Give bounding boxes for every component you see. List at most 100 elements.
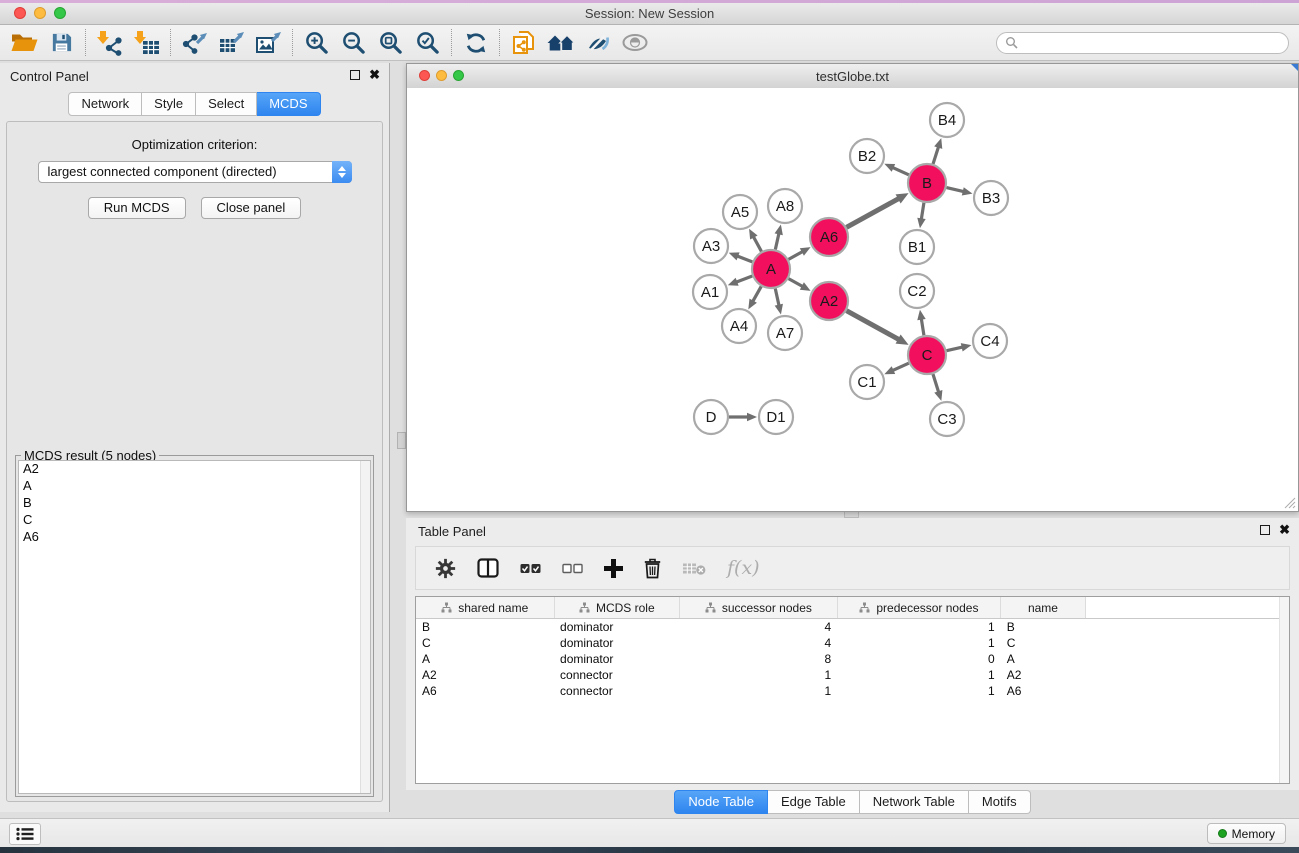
cell-successor-nodes[interactable]: 4 xyxy=(680,635,838,651)
column-header-successor-nodes[interactable]: successor nodes xyxy=(680,597,838,619)
show-graphics-details-icon[interactable] xyxy=(616,28,653,58)
import-network-icon[interactable] xyxy=(91,28,128,58)
edge-A-A5[interactable] xyxy=(753,236,762,252)
tab-network[interactable]: Network xyxy=(68,92,142,116)
mcds-result-item[interactable]: B xyxy=(19,495,370,512)
cell-name[interactable]: B xyxy=(1001,619,1086,636)
float-table-panel-icon[interactable] xyxy=(1260,525,1270,535)
cell-MCDS-role[interactable]: dominator xyxy=(554,651,680,667)
cell-MCDS-role[interactable]: dominator xyxy=(554,635,680,651)
table-row[interactable]: A6connector11A6 xyxy=(416,683,1289,699)
mcds-result-item[interactable]: A6 xyxy=(19,529,370,546)
edge-A-A3[interactable] xyxy=(736,256,752,262)
table-row[interactable]: Bdominator41B xyxy=(416,619,1289,636)
refresh-view-icon[interactable] xyxy=(457,28,494,58)
edge-B-B1[interactable] xyxy=(921,203,924,221)
run-mcds-button[interactable]: Run MCDS xyxy=(88,197,186,219)
tab-edge-table[interactable]: Edge Table xyxy=(768,790,860,814)
edge-A-A1[interactable] xyxy=(735,276,752,282)
cell-name[interactable]: A2 xyxy=(1001,667,1086,683)
cell-name[interactable]: C xyxy=(1001,635,1086,651)
network-canvas[interactable]: B4B2BB3A8A5A6B1A3AC2A1A2A4A7C4CC1C3DD1 xyxy=(407,88,1298,511)
edge-A6-B[interactable] xyxy=(847,198,900,227)
edge-C-C1[interactable] xyxy=(892,363,909,371)
close-table-panel-icon[interactable]: ✖ xyxy=(1279,525,1290,535)
cell-name[interactable]: A xyxy=(1001,651,1086,667)
horizontal-splitter-handle[interactable] xyxy=(844,511,859,518)
table-settings-gear-icon[interactable] xyxy=(435,558,456,579)
export-image-icon[interactable] xyxy=(250,28,287,58)
mcds-result-item[interactable]: A xyxy=(19,478,370,495)
task-history-button[interactable] xyxy=(9,823,41,845)
edge-A2-C[interactable] xyxy=(847,311,900,340)
table-scrollbar-track[interactable] xyxy=(1279,597,1289,783)
close-panel-button[interactable]: Close panel xyxy=(201,197,302,219)
delete-column-trash-icon[interactable] xyxy=(644,558,661,579)
edge-B-B2[interactable] xyxy=(892,167,909,175)
save-session-icon[interactable] xyxy=(43,28,80,58)
show-columns-icon[interactable] xyxy=(477,558,499,578)
function-builder-icon[interactable]: f(x) xyxy=(727,557,760,579)
zoom-fit-icon[interactable] xyxy=(372,28,409,58)
export-network-icon[interactable] xyxy=(176,28,213,58)
cell-MCDS-role[interactable]: connector xyxy=(554,683,680,699)
cell-MCDS-role[interactable]: connector xyxy=(554,667,680,683)
mcds-result-item[interactable]: A2 xyxy=(19,461,370,478)
edge-C-C2[interactable] xyxy=(921,318,924,336)
memory-button[interactable]: Memory xyxy=(1207,823,1286,844)
resize-grip-icon[interactable] xyxy=(1282,495,1296,509)
optimization-criterion-dropdown[interactable]: largest connected component (directed) xyxy=(38,161,352,183)
float-panel-icon[interactable] xyxy=(350,70,360,80)
edge-A-A4[interactable] xyxy=(752,286,761,302)
network-window-titlebar[interactable]: testGlobe.txt xyxy=(407,64,1298,89)
column-header-name[interactable]: name xyxy=(1001,597,1086,619)
edge-B-B4[interactable] xyxy=(933,146,939,164)
column-header-predecessor-nodes[interactable]: predecessor nodes xyxy=(837,597,1001,619)
cell-predecessor-nodes[interactable]: 0 xyxy=(837,651,1001,667)
cell-predecessor-nodes[interactable]: 1 xyxy=(837,667,1001,683)
search-input[interactable] xyxy=(1022,35,1288,51)
cell-successor-nodes[interactable]: 4 xyxy=(680,619,838,636)
close-panel-icon[interactable]: ✖ xyxy=(369,70,380,80)
cell-shared-name[interactable]: B xyxy=(416,619,554,636)
cell-name[interactable]: A6 xyxy=(1001,683,1086,699)
tab-mcds[interactable]: MCDS xyxy=(257,92,320,116)
tab-node-table[interactable]: Node Table xyxy=(674,790,768,814)
zoom-selected-icon[interactable] xyxy=(409,28,446,58)
zoom-in-icon[interactable] xyxy=(298,28,335,58)
edge-C-C4[interactable] xyxy=(947,347,964,351)
export-table-icon[interactable] xyxy=(213,28,250,58)
create-new-column-icon[interactable] xyxy=(604,559,623,578)
cell-shared-name[interactable]: A xyxy=(416,651,554,667)
table-row[interactable]: Adominator80A xyxy=(416,651,1289,667)
tab-select[interactable]: Select xyxy=(196,92,257,116)
tab-motifs[interactable]: Motifs xyxy=(969,790,1031,814)
edge-A-A7[interactable] xyxy=(775,289,779,307)
cell-MCDS-role[interactable]: dominator xyxy=(554,619,680,636)
cell-successor-nodes[interactable]: 1 xyxy=(680,667,838,683)
home-icon[interactable] xyxy=(542,28,579,58)
cell-shared-name[interactable]: C xyxy=(416,635,554,651)
column-header-shared-name[interactable]: shared name xyxy=(416,597,554,619)
mcds-result-item[interactable]: C xyxy=(19,512,370,529)
tab-network-table[interactable]: Network Table xyxy=(860,790,969,814)
cell-successor-nodes[interactable]: 8 xyxy=(680,651,838,667)
delete-table-icon[interactable] xyxy=(682,561,706,576)
table-row[interactable]: A2connector11A2 xyxy=(416,667,1289,683)
search-box[interactable] xyxy=(996,32,1289,54)
cell-predecessor-nodes[interactable]: 1 xyxy=(837,619,1001,636)
edge-A-A2[interactable] xyxy=(789,279,804,287)
result-scrollbar-track[interactable] xyxy=(360,461,370,793)
open-session-icon[interactable] xyxy=(6,28,43,58)
edge-C-C3[interactable] xyxy=(933,374,939,393)
import-table-icon[interactable] xyxy=(128,28,165,58)
cell-successor-nodes[interactable]: 1 xyxy=(680,683,838,699)
cell-shared-name[interactable]: A2 xyxy=(416,667,554,683)
cell-predecessor-nodes[interactable]: 1 xyxy=(837,635,1001,651)
column-header-MCDS-role[interactable]: MCDS role xyxy=(554,597,680,619)
edge-B-B3[interactable] xyxy=(946,188,964,192)
tab-style[interactable]: Style xyxy=(142,92,196,116)
toggle-visual-preview-icon[interactable] xyxy=(579,28,616,58)
edge-A-A8[interactable] xyxy=(775,232,779,249)
new-network-from-selection-icon[interactable] xyxy=(505,28,542,58)
